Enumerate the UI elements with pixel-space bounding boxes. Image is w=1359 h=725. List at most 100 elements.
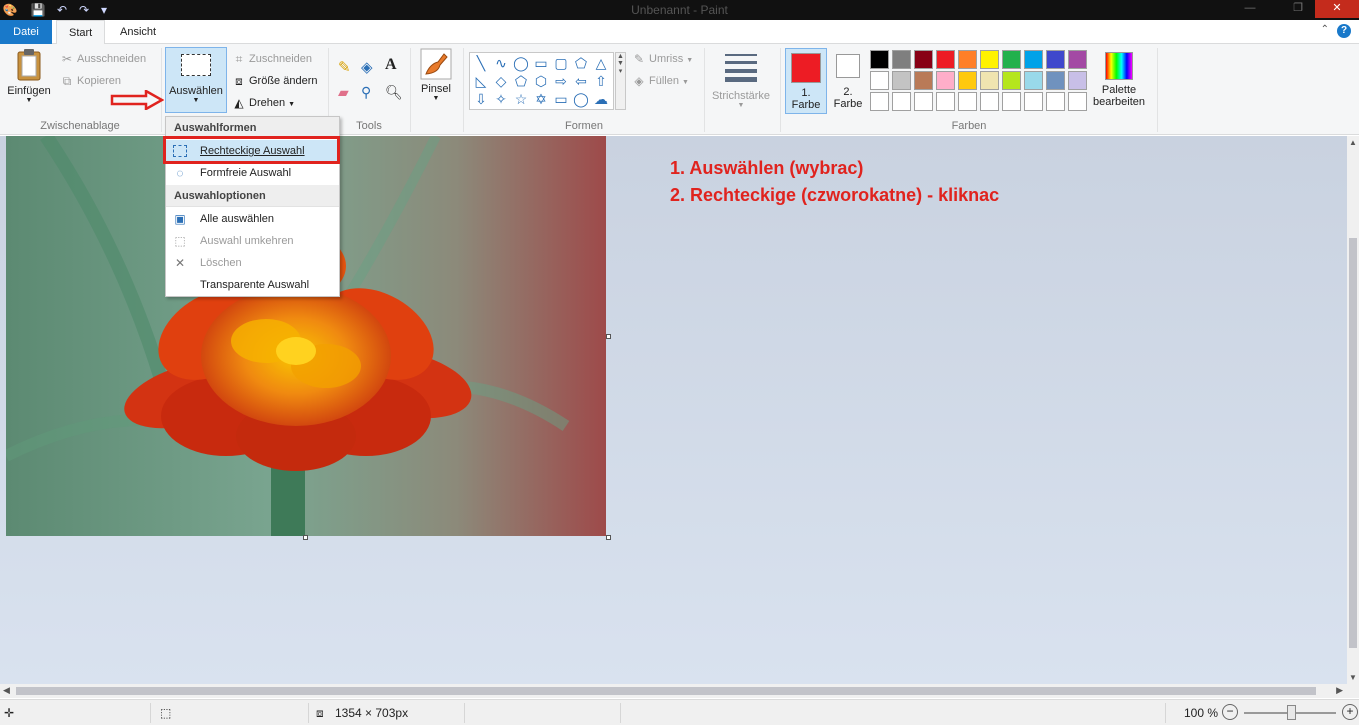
rounded-callout-shape-icon[interactable]: ▭ xyxy=(552,90,570,108)
scroll-right-icon[interactable]: ▶ xyxy=(1336,685,1343,696)
color1-button[interactable]: 1. Farbe xyxy=(785,48,827,114)
color-swatch[interactable] xyxy=(1002,50,1021,69)
text-icon[interactable]: A xyxy=(385,56,397,74)
copy-button[interactable]: ⧉ Kopieren xyxy=(60,74,121,88)
color-swatch[interactable] xyxy=(870,50,889,69)
rounded-rectangle-shape-icon[interactable]: ▢ xyxy=(552,54,570,72)
right-arrow-shape-icon[interactable]: ⇨ xyxy=(552,72,570,90)
color-picker-icon[interactable]: ⚲ xyxy=(361,84,371,101)
scroll-left-icon[interactable]: ◀ xyxy=(3,685,10,696)
shapes-scroll[interactable]: ▲ ▼ ▾ xyxy=(615,52,626,110)
color-swatch[interactable] xyxy=(1068,71,1087,90)
select-all-item[interactable]: ▣ Alle auswählen xyxy=(166,208,339,230)
color-swatch[interactable] xyxy=(936,92,955,111)
horizontal-scroll-thumb[interactable] xyxy=(16,687,1316,695)
vertical-scrollbar[interactable]: ▲ ▼ xyxy=(1347,136,1359,684)
crop-button[interactable]: ⌗ Zuschneiden xyxy=(232,52,312,66)
scroll-down-icon[interactable]: ▼ xyxy=(1349,673,1357,682)
outline-button[interactable]: ✎ Umriss ▼ xyxy=(632,52,693,66)
tab-start[interactable]: Start xyxy=(56,20,106,45)
color-swatch[interactable] xyxy=(1002,92,1021,111)
edit-colors-button[interactable]: Palette bearbeiten xyxy=(1090,50,1148,108)
color-swatch[interactable] xyxy=(1024,50,1043,69)
color-swatch[interactable] xyxy=(1046,71,1065,90)
color-swatch[interactable] xyxy=(958,50,977,69)
color-swatch[interactable] xyxy=(914,92,933,111)
fill-bucket-icon[interactable]: ◈ xyxy=(361,58,373,76)
help-icon[interactable]: ? xyxy=(1337,24,1351,38)
down-arrow-shape-icon[interactable]: ⇩ xyxy=(472,90,490,108)
cloud-callout-shape-icon[interactable]: ☁ xyxy=(592,90,610,108)
color-swatch[interactable] xyxy=(958,92,977,111)
stroke-width-icon xyxy=(725,54,757,82)
four-point-star-shape-icon[interactable]: ✧ xyxy=(492,90,510,108)
resize-handle-corner[interactable] xyxy=(606,535,611,540)
fill-button[interactable]: ◈ Füllen ▼ xyxy=(632,74,689,88)
zoom-out-icon[interactable]: − xyxy=(1222,704,1238,720)
pentagon-shape-icon[interactable]: ⬠ xyxy=(512,72,530,90)
color-swatch[interactable] xyxy=(1024,71,1043,90)
polygon-shape-icon[interactable]: ⬠ xyxy=(572,54,590,72)
curve-shape-icon[interactable]: ∿ xyxy=(492,54,510,72)
delete-item[interactable]: ✕ Löschen xyxy=(166,252,339,274)
color-swatch[interactable] xyxy=(936,50,955,69)
color-swatch[interactable] xyxy=(1002,71,1021,90)
zoom-in-icon[interactable]: + xyxy=(1342,704,1358,720)
paste-button[interactable]: Einfügen ▼ xyxy=(6,48,52,114)
color-swatch[interactable] xyxy=(958,71,977,90)
color-swatch[interactable] xyxy=(914,50,933,69)
color-swatch[interactable] xyxy=(1046,50,1065,69)
resize-button[interactable]: ⧈ Größe ändern xyxy=(232,74,317,88)
resize-handle-bottom[interactable] xyxy=(303,535,308,540)
rotate-button[interactable]: ◭ Drehen ▼ xyxy=(232,96,295,110)
color-swatch[interactable] xyxy=(980,92,999,111)
magnifier-icon[interactable]: 🔍︎ xyxy=(385,84,403,101)
tab-ansicht[interactable]: Ansicht xyxy=(108,20,168,44)
maximize-button[interactable]: ❐ xyxy=(1285,0,1311,18)
color-swatch[interactable] xyxy=(1068,92,1087,111)
pencil-icon[interactable]: ✎ xyxy=(338,58,351,76)
color-swatch[interactable] xyxy=(892,50,911,69)
tab-datei[interactable]: Datei xyxy=(0,20,52,44)
brushes-button[interactable]: Pinsel ▼ xyxy=(416,48,456,102)
transparent-selection-item[interactable]: Transparente Auswahl xyxy=(166,274,339,296)
oval-shape-icon[interactable]: ◯ xyxy=(512,54,530,72)
invert-selection-item[interactable]: ⬚ Auswahl umkehren xyxy=(166,230,339,252)
color-swatch[interactable] xyxy=(870,71,889,90)
hexagon-shape-icon[interactable]: ⬡ xyxy=(532,72,550,90)
color-swatch[interactable] xyxy=(914,71,933,90)
scroll-up-icon[interactable]: ▲ xyxy=(1349,138,1357,147)
color-swatch[interactable] xyxy=(980,50,999,69)
minimize-button[interactable]: — xyxy=(1237,0,1263,18)
left-arrow-shape-icon[interactable]: ⇦ xyxy=(572,72,590,90)
cut-button[interactable]: ✂ Ausschneiden xyxy=(60,52,146,66)
select-button[interactable]: Auswählen ▼ xyxy=(165,47,227,113)
five-point-star-shape-icon[interactable]: ☆ xyxy=(512,90,530,108)
color-swatch[interactable] xyxy=(980,71,999,90)
up-arrow-shape-icon[interactable]: ⇧ xyxy=(592,72,610,90)
oval-callout-shape-icon[interactable]: ◯ xyxy=(572,90,590,108)
line-shape-icon[interactable]: ╲ xyxy=(472,54,490,72)
color-swatch[interactable] xyxy=(1068,50,1087,69)
vertical-scroll-thumb[interactable] xyxy=(1349,238,1357,648)
close-button[interactable]: ✕ xyxy=(1315,0,1359,18)
resize-handle-right[interactable] xyxy=(606,334,611,339)
free-form-selection-item[interactable]: ◌ Formfreie Auswahl xyxy=(166,162,339,184)
color-swatch[interactable] xyxy=(1024,92,1043,111)
color-swatch[interactable] xyxy=(870,92,889,111)
six-point-star-shape-icon[interactable]: ✡ xyxy=(532,90,550,108)
eraser-icon[interactable]: ▰ xyxy=(338,84,349,101)
color2-button[interactable]: 2. Farbe xyxy=(830,48,866,114)
collapse-ribbon-icon[interactable]: ⌃ xyxy=(1321,24,1329,35)
color-swatch[interactable] xyxy=(892,92,911,111)
rectangle-shape-icon[interactable]: ▭ xyxy=(532,54,550,72)
right-triangle-shape-icon[interactable]: ◺ xyxy=(472,72,490,90)
color-swatch[interactable] xyxy=(892,71,911,90)
horizontal-scrollbar[interactable]: ◀ ▶ xyxy=(0,684,1359,698)
triangle-shape-icon[interactable]: △ xyxy=(592,54,610,72)
stroke-width-button[interactable]: Strichstärke ▼ xyxy=(708,50,774,109)
color-swatch[interactable] xyxy=(1046,92,1065,111)
diamond-shape-icon[interactable]: ◇ xyxy=(492,72,510,90)
color-swatch[interactable] xyxy=(936,71,955,90)
zoom-slider-thumb[interactable] xyxy=(1287,705,1296,720)
